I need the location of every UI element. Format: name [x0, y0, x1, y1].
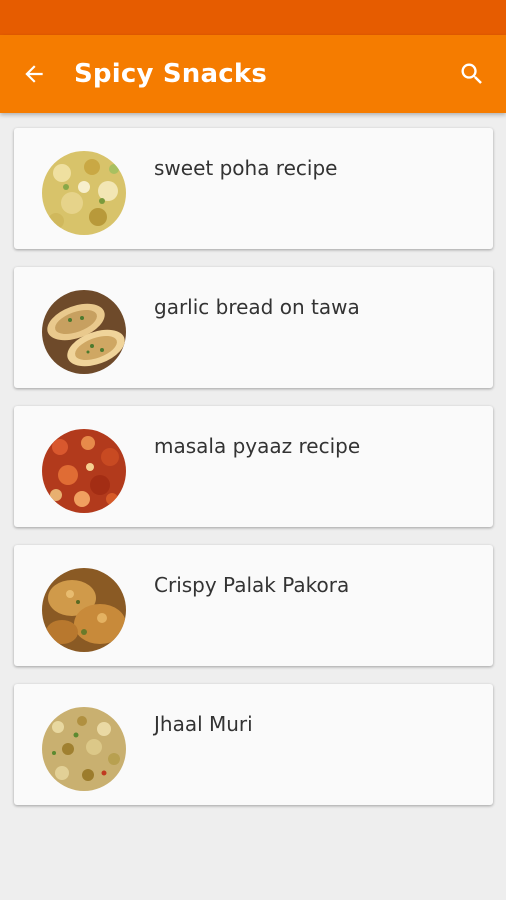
page-title: Spicy Snacks [74, 59, 268, 89]
recipe-title: Jhaal Muri [154, 712, 253, 736]
search-button[interactable] [452, 54, 492, 94]
garlic-bread-thumbnail [42, 290, 126, 374]
recipe-card[interactable]: sweet poha recipe [14, 128, 493, 249]
recipe-title: Crispy Palak Pakora [154, 573, 350, 597]
recipe-title: sweet poha recipe [154, 156, 338, 180]
recipe-card[interactable]: Jhaal Muri [14, 684, 493, 805]
recipe-title: garlic bread on tawa [154, 295, 360, 319]
search-icon [461, 63, 482, 84]
recipe-card[interactable]: garlic bread on tawa [14, 267, 493, 388]
jhaal-muri-thumbnail [42, 707, 126, 791]
arrow-left-icon [25, 65, 43, 83]
palak-pakora-thumbnail [42, 568, 126, 652]
app-bar: Spicy Snacks [0, 35, 506, 113]
status-bar [0, 0, 506, 35]
masala-pyaaz-thumbnail [42, 429, 126, 513]
sweet-poha-thumbnail [42, 151, 126, 235]
back-button[interactable] [14, 54, 54, 94]
recipe-list: sweet poha recipe garlic bread on tawa m… [14, 128, 493, 823]
recipe-title: masala pyaaz recipe [154, 434, 361, 458]
recipe-card[interactable]: Crispy Palak Pakora [14, 545, 493, 666]
recipe-card[interactable]: masala pyaaz recipe [14, 406, 493, 527]
